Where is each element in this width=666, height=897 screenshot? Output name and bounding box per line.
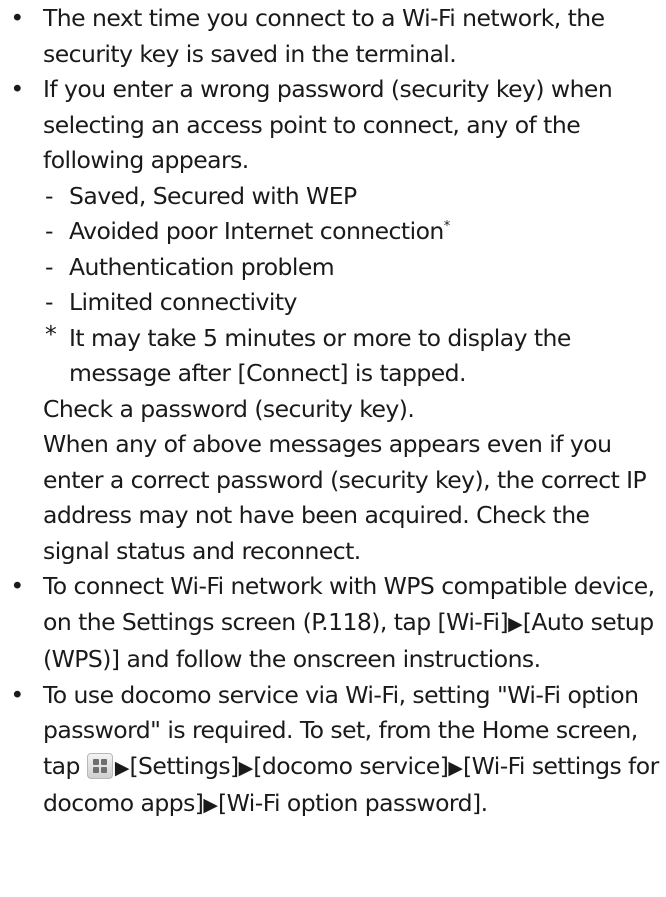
bullet-item-security-key-saved: • The next time you connect to a Wi-Fi n… [0,1,666,72]
check-password-text: Check a password (security key). [43,394,415,423]
message-list-item: - Authentication problem [43,250,662,286]
bullet-text: The next time you connect to a Wi-Fi net… [43,4,605,68]
bullet-dot: • [10,572,24,600]
message-text: Avoided poor Internet connection [69,217,444,245]
arrow-right-icon: ▶ [238,756,254,779]
app-menu-icon [86,752,113,779]
message-list-item: - Avoided poor Internet connection* [43,214,662,250]
page: • The next time you connect to a Wi-Fi n… [0,0,666,824]
arrow-right-icon: ▶ [203,794,219,816]
correct-password-note: When any of above messages appears even … [43,430,647,565]
docomo-text-part2: [Settings] [129,751,239,780]
message-list-item: - Limited connectivity [43,285,662,321]
docomo-text-part3: [docomo service] [253,751,449,780]
message-list-item: - Saved, Secured with WEP [43,179,662,215]
bullet-text: To use docomo service via Wi-Fi, setting… [43,678,662,824]
bullet-text: To connect Wi-Fi network with WPS compat… [43,569,662,678]
arrow-right-icon: ▶ [508,612,523,635]
footnote-asterisk: * [45,319,57,348]
dash-marker: - [45,217,53,245]
footnote-text: It may take 5 minutes or more to display… [69,323,571,388]
footnote: * It may take 5 minutes or more to displ… [43,320,662,392]
message-text: Limited connectivity [69,288,297,316]
bullet-dot: • [10,680,24,709]
message-text: Authentication problem [69,252,335,281]
bullet-dot: • [10,4,24,32]
bullet-item-wrong-password: • If you enter a wrong password (securit… [0,72,666,569]
message-text: Saved, Secured with WEP [69,181,357,210]
bullet-item-docomo-service: • To use docomo service via Wi-Fi, setti… [0,678,666,824]
footnote-mark: * [443,219,450,234]
dash-marker: - [45,252,53,281]
bullet-text: If you enter a wrong password (security … [43,75,613,174]
arrow-right-icon: ▶ [114,756,130,779]
arrow-right-icon: ▶ [448,756,463,779]
dash-marker: - [45,288,53,316]
bullet-item-wps: • To connect Wi-Fi network with WPS comp… [0,569,666,678]
bullet-dot: • [10,75,24,103]
dash-marker: - [45,181,53,210]
docomo-text-part5: [Wi-Fi option password]. [218,789,488,817]
